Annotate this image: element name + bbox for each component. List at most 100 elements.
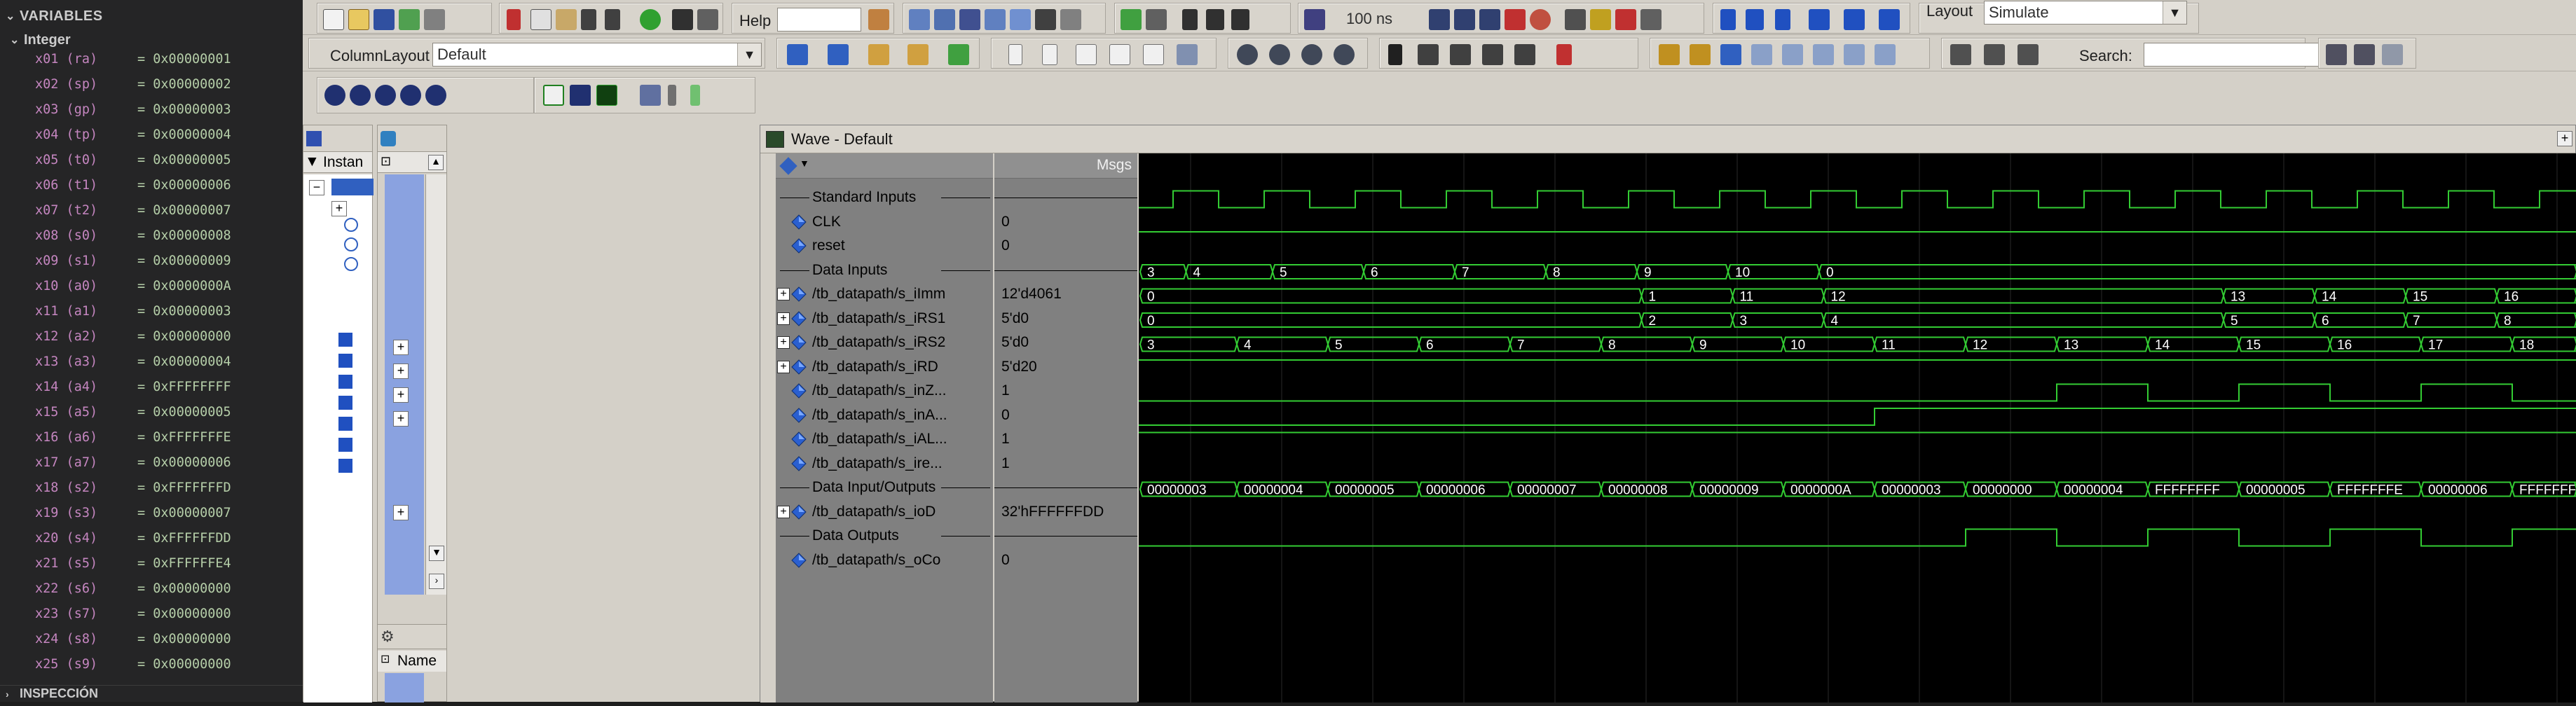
zoom-box-icon[interactable] bbox=[1418, 44, 1439, 65]
gear-icon[interactable] bbox=[1301, 44, 1322, 65]
zoom-time-icon[interactable] bbox=[1565, 9, 1586, 30]
layout-select[interactable]: Simulate ▼ bbox=[1984, 1, 2187, 25]
step-io-icon[interactable] bbox=[1076, 44, 1097, 65]
register-row[interactable]: x05 (t0) = 0x00000005 bbox=[0, 147, 303, 172]
register-row[interactable]: x02 (sp) = 0x00000002 bbox=[0, 71, 303, 97]
register-row[interactable]: x23 (s7) = 0x00000000 bbox=[0, 601, 303, 626]
compile-all-icon[interactable] bbox=[934, 9, 955, 30]
expand-icon[interactable]: + bbox=[393, 364, 409, 379]
compile-selected-icon[interactable] bbox=[959, 9, 980, 30]
run-length-icon[interactable] bbox=[1304, 9, 1325, 30]
wave-style-icon[interactable] bbox=[543, 85, 564, 106]
expand-icon[interactable]: + bbox=[393, 340, 409, 355]
step-over-icon[interactable] bbox=[1746, 9, 1764, 30]
cut-icon[interactable] bbox=[507, 9, 521, 30]
filter-icon[interactable] bbox=[2017, 44, 2039, 65]
register-row[interactable]: x03 (gp) = 0x00000003 bbox=[0, 97, 303, 122]
expand-icon[interactable]: + bbox=[777, 312, 790, 325]
chevron-down-icon[interactable]: ▼ bbox=[800, 158, 809, 169]
stop-icon[interactable] bbox=[1530, 9, 1551, 30]
collapse-icon[interactable] bbox=[1984, 44, 2005, 65]
paste-icon[interactable] bbox=[556, 9, 577, 30]
register-row[interactable]: x16 (a6) = 0xFFFFFFFE bbox=[0, 424, 303, 450]
register-row[interactable]: x11 (a1) = 0x00000003 bbox=[0, 298, 303, 324]
wave-bar-icon[interactable] bbox=[668, 85, 676, 106]
signal-row[interactable]: /tb_datapath/s_ire... bbox=[776, 452, 993, 476]
zoom-out-icon[interactable] bbox=[350, 85, 371, 106]
wave-step-icon[interactable] bbox=[690, 85, 700, 106]
register-row[interactable]: x14 (a4) = 0xFFFFFFFF bbox=[0, 374, 303, 399]
next-transition-icon[interactable] bbox=[1751, 44, 1772, 65]
waveform-area[interactable]: 3456789100406100111121314151617180190234… bbox=[1139, 153, 2576, 702]
signal-row[interactable]: CLK bbox=[776, 210, 993, 234]
continue-icon[interactable] bbox=[1454, 9, 1475, 30]
objects-scrollbar[interactable]: ▼ › bbox=[425, 174, 446, 595]
gear-icon[interactable] bbox=[1334, 44, 1355, 65]
scroll-down-icon[interactable]: ▼ bbox=[429, 546, 444, 561]
step-back-icon[interactable] bbox=[1809, 9, 1830, 30]
break-icon[interactable] bbox=[1010, 9, 1031, 30]
zoom-cursor-icon[interactable] bbox=[400, 85, 421, 106]
signal-row[interactable]: + /tb_datapath/s_iRS1 bbox=[776, 307, 993, 331]
register-row[interactable]: x10 (a0) = 0x0000000A bbox=[0, 273, 303, 298]
gear-icon[interactable] bbox=[1269, 44, 1290, 65]
maximize-icon[interactable]: + bbox=[2557, 131, 2572, 146]
collapse-icon[interactable]: − bbox=[309, 180, 324, 195]
export-icon[interactable] bbox=[948, 44, 969, 65]
register-row[interactable]: x22 (s6) = 0x00000000 bbox=[0, 576, 303, 601]
register-row[interactable]: x13 (a3) = 0x00000004 bbox=[0, 349, 303, 374]
copy-icon[interactable] bbox=[530, 9, 551, 30]
break-icon[interactable] bbox=[1505, 9, 1526, 30]
print-icon[interactable] bbox=[424, 9, 445, 30]
step-value-icon[interactable] bbox=[1109, 44, 1130, 65]
signal-group-header[interactable]: Standard Inputs bbox=[776, 186, 993, 209]
next-rising-icon[interactable] bbox=[1875, 44, 1896, 65]
memory-icon[interactable] bbox=[1615, 9, 1636, 30]
prev-falling-icon[interactable] bbox=[1782, 44, 1803, 65]
register-row[interactable]: x21 (s5) = 0xFFFFFFE4 bbox=[0, 551, 303, 576]
right-arrow-icon[interactable] bbox=[1231, 9, 1249, 30]
variables-section-header[interactable]: ⌄ VARIABLES bbox=[0, 0, 303, 32]
source-icon[interactable] bbox=[1146, 9, 1167, 30]
chevron-down-icon[interactable]: ▼ bbox=[2163, 1, 2186, 24]
left-arrow-icon[interactable] bbox=[1206, 9, 1224, 30]
add-list-icon[interactable] bbox=[828, 44, 849, 65]
register-row[interactable]: x25 (s9) = 0x00000000 bbox=[0, 651, 303, 677]
wave-green-icon[interactable] bbox=[596, 85, 617, 106]
pan-icon[interactable] bbox=[1450, 44, 1471, 65]
add-cursor-icon[interactable] bbox=[1482, 44, 1503, 65]
register-row[interactable]: x07 (t2) = 0x00000007 bbox=[0, 198, 303, 223]
signal-row[interactable]: /tb_datapath/s_oCo bbox=[776, 548, 993, 572]
run-all-icon[interactable] bbox=[1479, 9, 1500, 30]
step-line-icon[interactable] bbox=[1008, 44, 1022, 65]
register-row[interactable]: x01 (ra) = 0x00000001 bbox=[0, 46, 303, 71]
signal-row[interactable]: + /tb_datapath/s_iRS2 bbox=[776, 331, 993, 354]
expand-icon[interactable]: + bbox=[777, 288, 790, 300]
step-out-icon[interactable] bbox=[1775, 9, 1790, 30]
scroll-up-icon[interactable]: ▲ bbox=[428, 155, 444, 170]
restart-icon[interactable] bbox=[1121, 9, 1142, 30]
signal-row[interactable]: /tb_datapath/s_iAL... bbox=[776, 427, 993, 451]
run-length-input[interactable]: 100 ns bbox=[1342, 8, 1426, 32]
zoom-full-icon[interactable] bbox=[375, 85, 396, 106]
scroll-right-icon[interactable]: › bbox=[429, 574, 444, 589]
signal-row[interactable]: + /tb_datapath/s_iImm bbox=[776, 282, 993, 306]
register-row[interactable]: x24 (s8) = 0x00000000 bbox=[0, 626, 303, 651]
save-icon[interactable] bbox=[374, 9, 395, 30]
options-icon[interactable] bbox=[1060, 9, 1081, 30]
inspection-section-header[interactable]: › INSPECCIÓN bbox=[0, 685, 303, 702]
signal-group-header[interactable]: Data Input/Outputs bbox=[776, 476, 993, 499]
run-icon[interactable] bbox=[1429, 9, 1450, 30]
wave-grid-icon[interactable] bbox=[640, 85, 661, 106]
selected-instance-row[interactable] bbox=[331, 179, 374, 195]
expand-icon[interactable] bbox=[1950, 44, 1971, 65]
register-row[interactable]: x18 (s2) = 0xFFFFFFFD bbox=[0, 475, 303, 500]
instance-column-header[interactable]: ▼ Instan bbox=[303, 152, 372, 173]
register-row[interactable]: x17 (a7) = 0x00000006 bbox=[0, 450, 303, 475]
step-forward-icon[interactable] bbox=[1844, 9, 1865, 30]
register-row[interactable]: x09 (s1) = 0x00000009 bbox=[0, 248, 303, 273]
performance-icon[interactable] bbox=[1590, 9, 1611, 30]
register-row[interactable]: x12 (a2) = 0x00000000 bbox=[0, 324, 303, 349]
format-icon[interactable] bbox=[697, 9, 718, 30]
new-file-icon[interactable] bbox=[323, 9, 344, 30]
